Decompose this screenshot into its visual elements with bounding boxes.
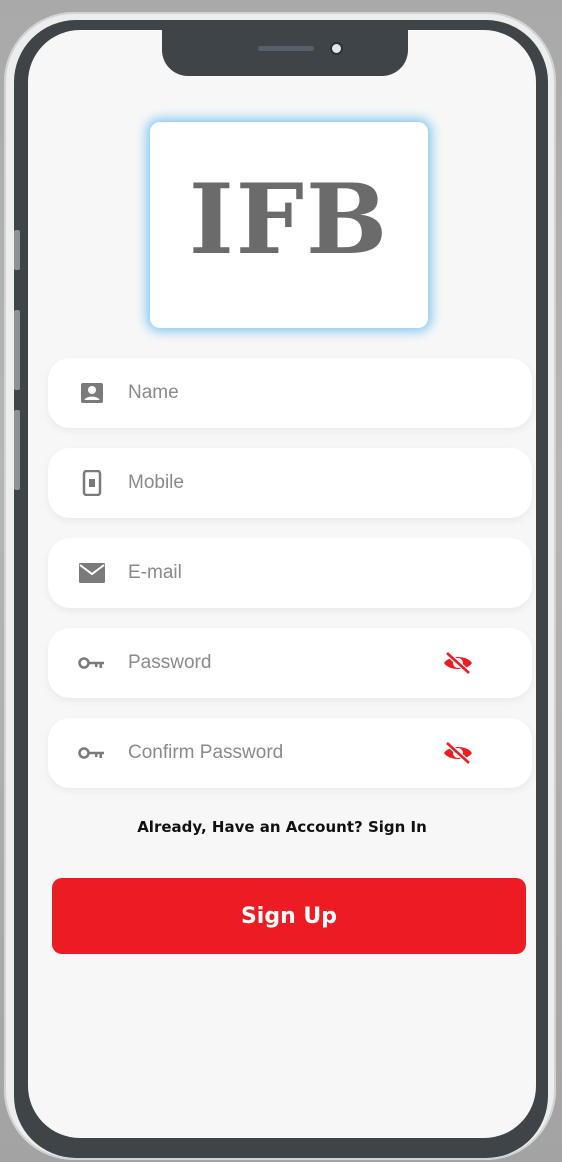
brand-logo-card: IFB [150, 122, 428, 328]
key-icon [78, 649, 106, 677]
person-card-icon [78, 379, 106, 407]
email-field[interactable] [48, 538, 532, 608]
password-input[interactable] [128, 643, 428, 683]
front-camera [332, 44, 341, 53]
email-input[interactable] [128, 553, 428, 593]
confirm-password-field[interactable] [48, 718, 532, 788]
name-field[interactable] [48, 358, 532, 428]
phone-side-button [14, 230, 20, 270]
signin-link[interactable]: Sign In [368, 818, 427, 836]
eye-off-icon[interactable] [442, 739, 474, 767]
mobile-field[interactable] [48, 448, 532, 518]
mobile-phone-icon [78, 469, 106, 497]
brand-logo: IFB [188, 163, 390, 276]
key-icon [78, 739, 106, 767]
mobile-input[interactable] [128, 463, 428, 503]
name-input[interactable] [128, 373, 428, 413]
signin-prompt-row: Already, Have an Account? Sign In [28, 818, 536, 836]
phone-side-button [14, 310, 20, 390]
mail-icon [78, 559, 106, 587]
signup-button[interactable]: Sign Up [52, 878, 526, 954]
signin-prompt-text: Already, Have an Account? [137, 818, 363, 836]
speaker-grille [258, 46, 314, 51]
password-field[interactable] [48, 628, 532, 698]
confirm-password-input[interactable] [128, 733, 428, 773]
phone-side-button [14, 410, 20, 490]
app-screen: IFB Name Mobile E-mail Already, Have an … [28, 30, 536, 1138]
eye-off-icon[interactable] [442, 649, 474, 677]
phone-notch [162, 30, 408, 76]
